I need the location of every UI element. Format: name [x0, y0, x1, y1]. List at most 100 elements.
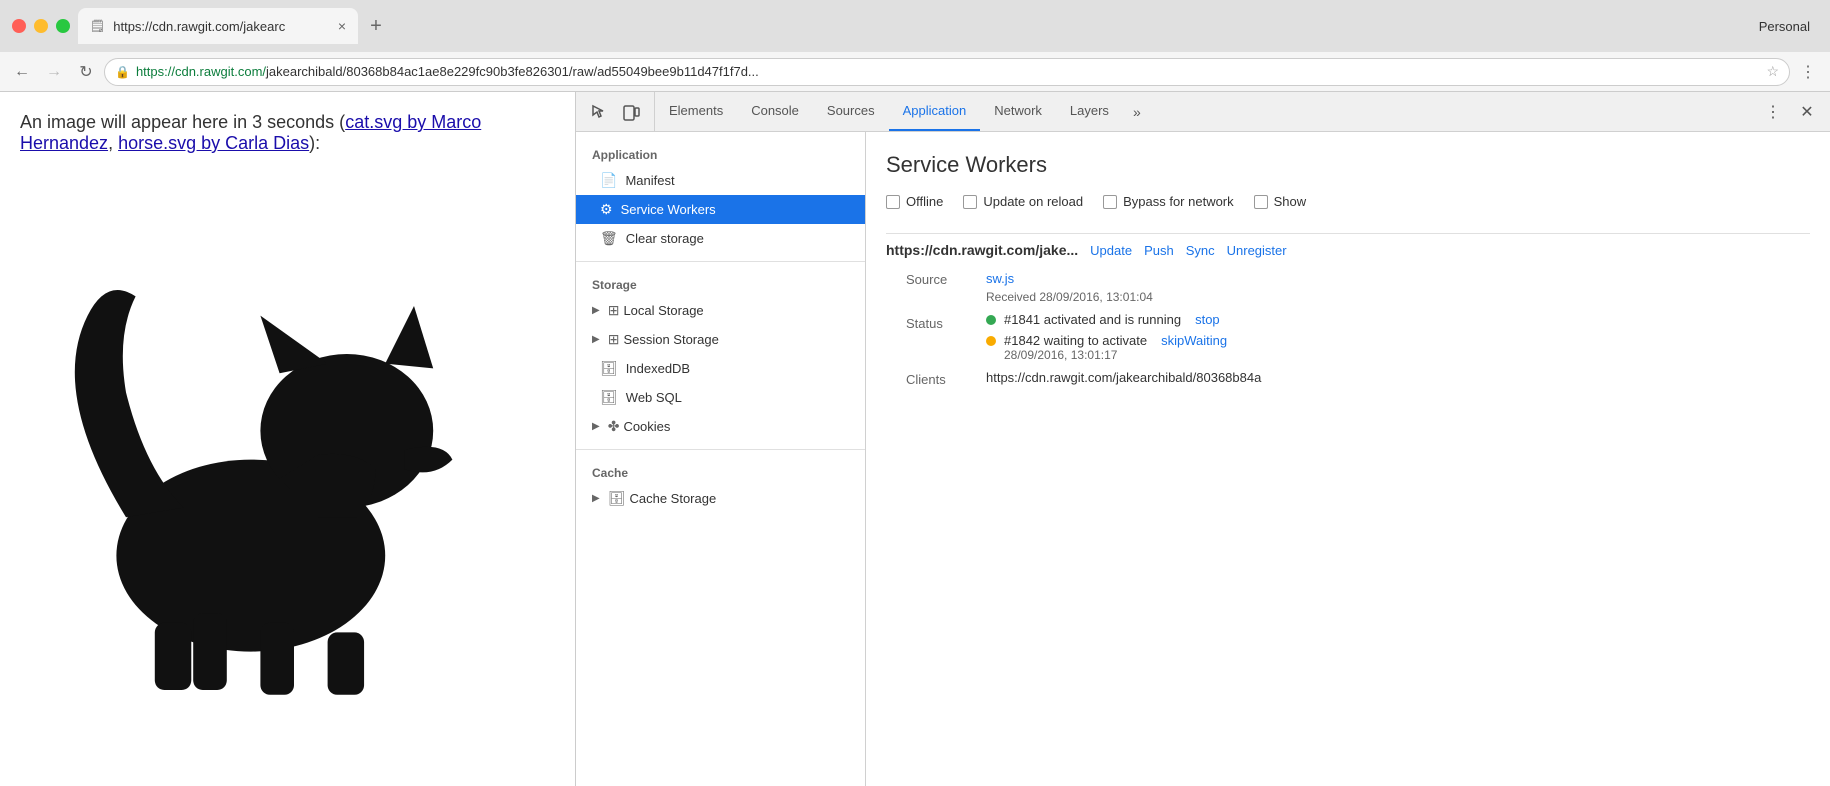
web-sql-icon: 🗄	[600, 389, 618, 406]
status-dot-green	[986, 315, 996, 325]
sidebar-item-local-storage[interactable]: ▶ ⊞ Local Storage	[576, 296, 865, 325]
forward-button[interactable]: →	[40, 58, 68, 86]
service-workers-label: Service Workers	[621, 202, 716, 217]
devtools-sidebar: Application 📄 Manifest ⚙ Service Workers…	[576, 132, 866, 786]
more-tabs-button[interactable]: »	[1123, 92, 1151, 131]
more-menu-button[interactable]: ⋮	[1794, 58, 1822, 86]
sw-update-link[interactable]: Update	[1090, 243, 1132, 258]
local-storage-icon: ⊞	[608, 302, 620, 319]
sw-stop-link[interactable]: stop	[1195, 312, 1220, 327]
address-text: https://cdn.rawgit.com/jakearchibald/803…	[136, 64, 1760, 79]
nav-bar: ← → ↻ 🔒 https://cdn.rawgit.com/jakearchi…	[0, 52, 1830, 92]
close-traffic-light[interactable]	[12, 19, 26, 33]
cookies-label: Cookies	[623, 419, 670, 434]
sw-source-row: Source sw.js Received 28/09/2016, 13:01:…	[886, 270, 1810, 304]
sw-skip-waiting-link[interactable]: skipWaiting	[1161, 333, 1227, 348]
sw-status-entries: #1841 activated and is running stop #184…	[986, 312, 1227, 362]
tab-application[interactable]: Application	[889, 92, 981, 131]
bypass-for-network-option[interactable]: Bypass for network	[1103, 194, 1234, 209]
cache-storage-label: Cache Storage	[629, 491, 716, 506]
maximize-traffic-light[interactable]	[56, 19, 70, 33]
cookies-arrow: ▶	[592, 421, 600, 432]
browser-window: 🗒 https://cdn.rawgit.com/jakearc × + Per…	[0, 0, 1830, 786]
sw-source-file[interactable]: sw.js	[986, 271, 1014, 286]
offline-option[interactable]: Offline	[886, 194, 943, 209]
inspect-element-icon[interactable]	[584, 97, 614, 127]
sw-sync-link[interactable]: Sync	[1186, 243, 1215, 258]
sidebar-item-web-sql[interactable]: 🗄 Web SQL	[576, 383, 865, 412]
devtools-panel: Elements Console Sources Application Net…	[575, 92, 1830, 786]
sidebar-item-clear-storage[interactable]: 🗑 Clear storage	[576, 224, 865, 253]
devtools-main-panel: Service Workers Offline Update on reload	[866, 132, 1830, 786]
sw-status-2-time: 28/09/2016, 13:01:17	[1004, 348, 1227, 362]
update-on-reload-option[interactable]: Update on reload	[963, 194, 1083, 209]
secure-icon: 🔒	[115, 65, 130, 79]
horse-link[interactable]: horse.svg by Carla Dias	[118, 133, 309, 153]
tab-url: https://cdn.rawgit.com/jakearc	[113, 19, 285, 34]
profile-label: Personal	[1759, 19, 1818, 34]
bypass-for-network-checkbox[interactable]	[1103, 195, 1117, 209]
devtools-more-button[interactable]: ⋮	[1758, 97, 1788, 127]
tab-console[interactable]: Console	[737, 92, 813, 131]
sw-unregister-link[interactable]: Unregister	[1227, 243, 1287, 258]
sidebar-item-manifest[interactable]: 📄 Manifest	[576, 166, 865, 195]
back-button[interactable]: ←	[8, 58, 36, 86]
title-bar: 🗒 https://cdn.rawgit.com/jakearc × + Per…	[0, 0, 1830, 52]
address-bar[interactable]: 🔒 https://cdn.rawgit.com/jakearchibald/8…	[104, 58, 1790, 86]
sidebar-item-indexeddb[interactable]: 🗄 IndexedDB	[576, 354, 865, 383]
sidebar-section-application: Application	[576, 140, 865, 166]
tab-network[interactable]: Network	[980, 92, 1056, 131]
devtools-body: Application 📄 Manifest ⚙ Service Workers…	[576, 132, 1830, 786]
update-on-reload-checkbox[interactable]	[963, 195, 977, 209]
cat-image	[20, 170, 555, 750]
new-tab-button[interactable]: +	[358, 8, 394, 44]
browser-tab[interactable]: 🗒 https://cdn.rawgit.com/jakearc ×	[78, 8, 358, 44]
sidebar-section-storage: Storage	[576, 270, 865, 296]
bookmark-icon[interactable]: ☆	[1766, 63, 1779, 80]
sw-url-row: https://cdn.rawgit.com/jake... Update Pu…	[886, 242, 1810, 258]
tab-elements[interactable]: Elements	[655, 92, 737, 131]
service-workers-icon: ⚙	[600, 201, 613, 218]
sidebar-item-cookies[interactable]: ▶ ✤ Cookies	[576, 412, 865, 441]
minimize-traffic-light[interactable]	[34, 19, 48, 33]
cache-storage-arrow: ▶	[592, 493, 600, 504]
sw-status-1-text: #1841 activated and is running	[1004, 312, 1181, 327]
refresh-button[interactable]: ↻	[72, 58, 100, 86]
sw-source-content: sw.js Received 28/09/2016, 13:01:04	[986, 270, 1153, 304]
devtools-toolbar: Elements Console Sources Application Net…	[576, 92, 1830, 132]
tab-bar: 🗒 https://cdn.rawgit.com/jakearc × +	[78, 8, 1751, 44]
indexeddb-label: IndexedDB	[626, 361, 690, 376]
sw-origin-url: https://cdn.rawgit.com/jake...	[886, 242, 1078, 258]
sw-status-2: #1842 waiting to activate skipWaiting	[986, 333, 1227, 348]
sidebar-item-cache-storage[interactable]: ▶ 🗄 Cache Storage	[576, 484, 865, 513]
tab-layers[interactable]: Layers	[1056, 92, 1123, 131]
indexeddb-icon: 🗄	[600, 360, 618, 377]
sidebar-item-service-workers[interactable]: ⚙ Service Workers	[576, 195, 865, 224]
sw-status-1: #1841 activated and is running stop	[986, 312, 1227, 327]
sidebar-item-session-storage[interactable]: ▶ ⊞ Session Storage	[576, 325, 865, 354]
sidebar-divider-2	[576, 449, 865, 450]
sw-received-time: Received 28/09/2016, 13:01:04	[986, 290, 1153, 304]
show-option[interactable]: Show	[1254, 194, 1307, 209]
tab-close-button[interactable]: ×	[338, 18, 346, 34]
panel-title: Service Workers	[886, 152, 1810, 178]
clear-storage-icon: 🗑	[600, 230, 618, 247]
tab-sources[interactable]: Sources	[813, 92, 889, 131]
sidebar-section-cache: Cache	[576, 458, 865, 484]
local-storage-arrow: ▶	[592, 305, 600, 316]
devtools-actions: ⋮ ✕	[1750, 97, 1830, 127]
manifest-label: Manifest	[625, 173, 674, 188]
show-checkbox[interactable]	[1254, 195, 1268, 209]
devtools-close-button[interactable]: ✕	[1792, 97, 1822, 127]
offline-checkbox[interactable]	[886, 195, 900, 209]
sw-status-2-group: #1842 waiting to activate skipWaiting 28…	[986, 333, 1227, 362]
sw-source-label: Source	[906, 270, 986, 287]
page-content: An image will appear here in 3 seconds (…	[0, 92, 575, 786]
tab-page-icon: 🗒	[90, 19, 105, 33]
device-toolbar-icon[interactable]	[616, 97, 646, 127]
session-storage-label: Session Storage	[623, 332, 718, 347]
sw-status-row: Status #1841 activated and is running st…	[886, 312, 1810, 362]
local-storage-label: Local Storage	[623, 303, 703, 318]
link-sep: ,	[108, 133, 118, 153]
sw-push-link[interactable]: Push	[1144, 243, 1174, 258]
